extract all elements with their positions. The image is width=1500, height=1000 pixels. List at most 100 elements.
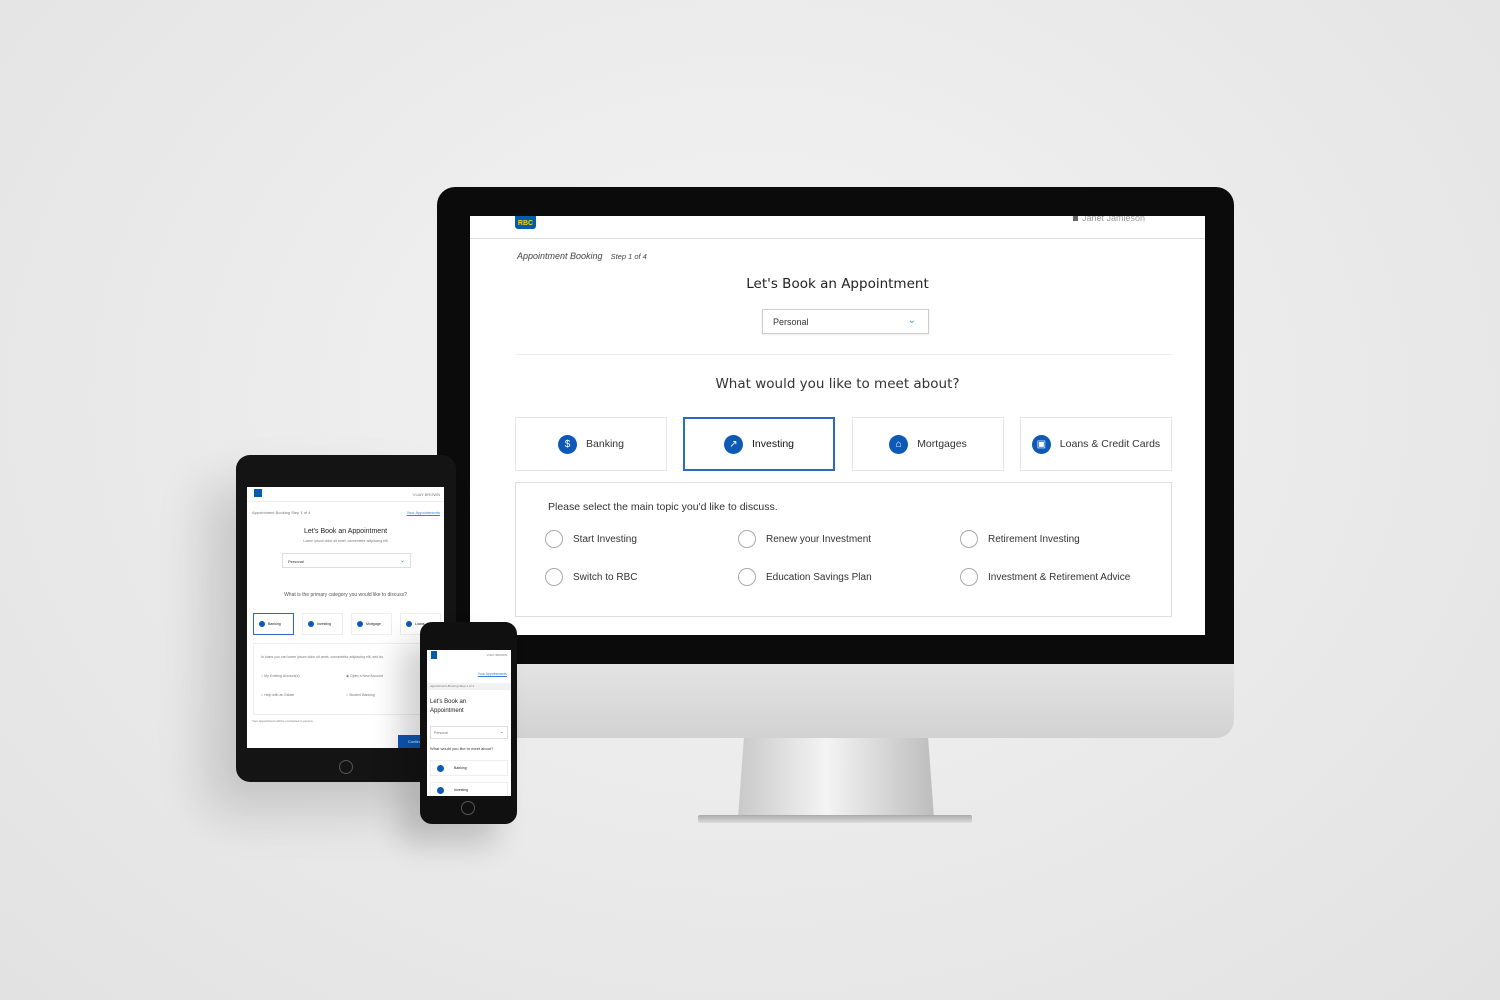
dollar-icon — [437, 764, 444, 772]
option-label: Retirement Investing — [988, 533, 1080, 545]
topic-option[interactable]: Investment & Retirement Advice — [960, 568, 1130, 586]
desktop-monitor-chin — [437, 664, 1234, 738]
tablet-home-button — [339, 760, 353, 774]
step-indicator: Step 1 of 4 — [610, 252, 647, 261]
topic-intro: In loans you can lorem ipsum dolor sit a… — [261, 655, 383, 659]
category-label: Mortgage — [366, 622, 381, 626]
topic-option[interactable]: Education Savings Plan — [738, 568, 872, 586]
dollar-icon: $ — [558, 434, 578, 454]
tablet-screen: VIJAY BROWN Appointment Booking Step 1 o… — [247, 487, 444, 748]
category-label: Loans & Credit Cards — [1059, 438, 1161, 450]
category-tile-loans[interactable]: ▣ Loans & Credit Cards — [1020, 417, 1172, 471]
chevron-down-icon: ⌄ — [499, 729, 504, 735]
divider — [515, 354, 1172, 355]
user-name: VIJAY BROWN — [486, 653, 507, 657]
topic-prompt: Please select the main topic you'd like … — [548, 501, 778, 513]
desktop-monitor-stand — [738, 738, 934, 818]
topic-option[interactable]: Retirement Investing — [960, 530, 1080, 548]
radio-button[interactable] — [738, 568, 756, 586]
phone-home-button — [461, 801, 475, 815]
phone-screen: VIJAY BROWN Your Appointments Appointmen… — [427, 650, 511, 796]
lock-icon — [1072, 216, 1078, 221]
category-question: What would you like to meet about? — [715, 376, 960, 392]
page-title: Let's Book an Appointment — [430, 699, 467, 714]
category-label: Investing — [317, 622, 332, 626]
account-type-select[interactable]: Personal ⌄ — [430, 726, 508, 739]
divider — [247, 501, 444, 502]
your-appointments-link[interactable]: Your Appointments — [407, 510, 440, 515]
house-icon — [357, 621, 363, 627]
radio-button[interactable] — [738, 530, 756, 548]
category-tile-banking[interactable]: Banking — [253, 613, 294, 635]
desktop-screen: RBC Janet Jamieson Appointment Booking St… — [470, 216, 1205, 635]
trend-icon — [308, 621, 314, 627]
breadcrumb-label: Appointment Booking — [517, 251, 603, 261]
category-tile-investing[interactable]: Investing — [430, 782, 508, 796]
category-label: Investing — [454, 788, 469, 792]
topic-option[interactable]: ○ My Existing Account(s) — [261, 674, 300, 678]
category-label: Banking — [268, 622, 281, 626]
option-label: Switch to RBC — [573, 571, 638, 583]
select-value: Personal — [288, 559, 304, 564]
topic-option[interactable]: ◉ Open a New Account — [346, 674, 383, 678]
top-bar: RBC Janet Jamieson — [470, 216, 1205, 239]
appointment-note: Your appointment will be conducted in pe… — [252, 719, 314, 723]
trend-icon — [437, 786, 444, 794]
subtitle: Lorem ipsum dolor sit amet, consectetur … — [303, 539, 388, 543]
option-label: Education Savings Plan — [766, 571, 872, 583]
option-label: Investment & Retirement Advice — [988, 571, 1131, 583]
option-label: My Existing Account(s) — [264, 674, 300, 678]
card-icon — [406, 621, 412, 627]
category-tile-mortgage[interactable]: Mortgage — [351, 613, 392, 635]
user-name: Janet Jamieson — [1081, 216, 1145, 223]
select-value: Personal — [773, 317, 809, 327]
option-label: Help with an Estate — [264, 693, 295, 697]
rbc-logo — [431, 651, 437, 659]
radio-button[interactable] — [545, 568, 563, 586]
option-label: Student Banking — [349, 693, 375, 697]
category-tile-banking[interactable]: Banking — [430, 760, 508, 776]
topic-option[interactable]: Start Investing — [545, 530, 637, 548]
category-question: What would you like to meet about? — [430, 746, 494, 751]
topic-option[interactable]: Switch to RBC — [545, 568, 637, 586]
breadcrumb: Appointment Booking Step 1 of 4 — [252, 510, 311, 515]
your-appointments-link[interactable]: Your Appointments — [478, 672, 507, 676]
category-tile-investing[interactable]: Investing — [302, 613, 343, 635]
category-label: Banking — [586, 438, 624, 450]
page-title: Let's Book an Appointment — [303, 528, 388, 535]
account-type-select[interactable]: Personal ⌄ — [762, 309, 929, 334]
topic-option[interactable]: ○ Student Banking — [346, 693, 375, 697]
option-label: Renew your Investment — [766, 533, 872, 545]
house-icon: ⌂ — [889, 434, 909, 454]
trend-icon: ↗ — [723, 434, 743, 454]
account-type-select[interactable]: Personal ⌄ — [282, 553, 411, 568]
desktop-monitor-base — [698, 815, 972, 823]
user-menu[interactable]: Janet Jamieson — [1072, 216, 1145, 223]
topic-panel — [253, 643, 441, 715]
topic-panel: Please select the main topic you'd like … — [515, 482, 1172, 617]
select-value: Personal — [434, 731, 448, 735]
breadcrumb: Appointment Booking Step 1 of 4 — [430, 684, 474, 688]
page-title: Let's Book an Appointment — [746, 276, 929, 292]
topic-option[interactable]: Renew your Investment — [738, 530, 871, 548]
breadcrumb: Appointment Booking Step 1 of 4 — [517, 251, 647, 261]
option-label: Open a New Account — [350, 674, 383, 678]
radio-button[interactable] — [545, 530, 563, 548]
radio-button[interactable] — [960, 530, 978, 548]
user-name: VIJAY BROWN — [412, 492, 440, 497]
rbc-logo — [254, 489, 262, 497]
category-label: Investing — [751, 438, 795, 450]
category-label: Mortgages — [917, 438, 967, 450]
dollar-icon — [259, 621, 265, 627]
topic-option[interactable]: ○ Help with an Estate — [261, 693, 294, 697]
rbc-logo[interactable]: RBC — [515, 216, 536, 229]
option-label: Start Investing — [573, 533, 637, 545]
radio-button[interactable] — [960, 568, 978, 586]
chevron-down-icon: ⌄ — [399, 558, 405, 564]
card-icon: ▣ — [1031, 434, 1051, 454]
category-tile-banking[interactable]: $ Banking — [515, 417, 667, 471]
category-tile-investing[interactable]: ↗ Investing — [683, 417, 835, 471]
category-tile-mortgages[interactable]: ⌂ Mortgages — [852, 417, 1004, 471]
category-question: What is the primary category you would l… — [284, 592, 407, 598]
chevron-down-icon: ⌄ — [907, 315, 916, 326]
